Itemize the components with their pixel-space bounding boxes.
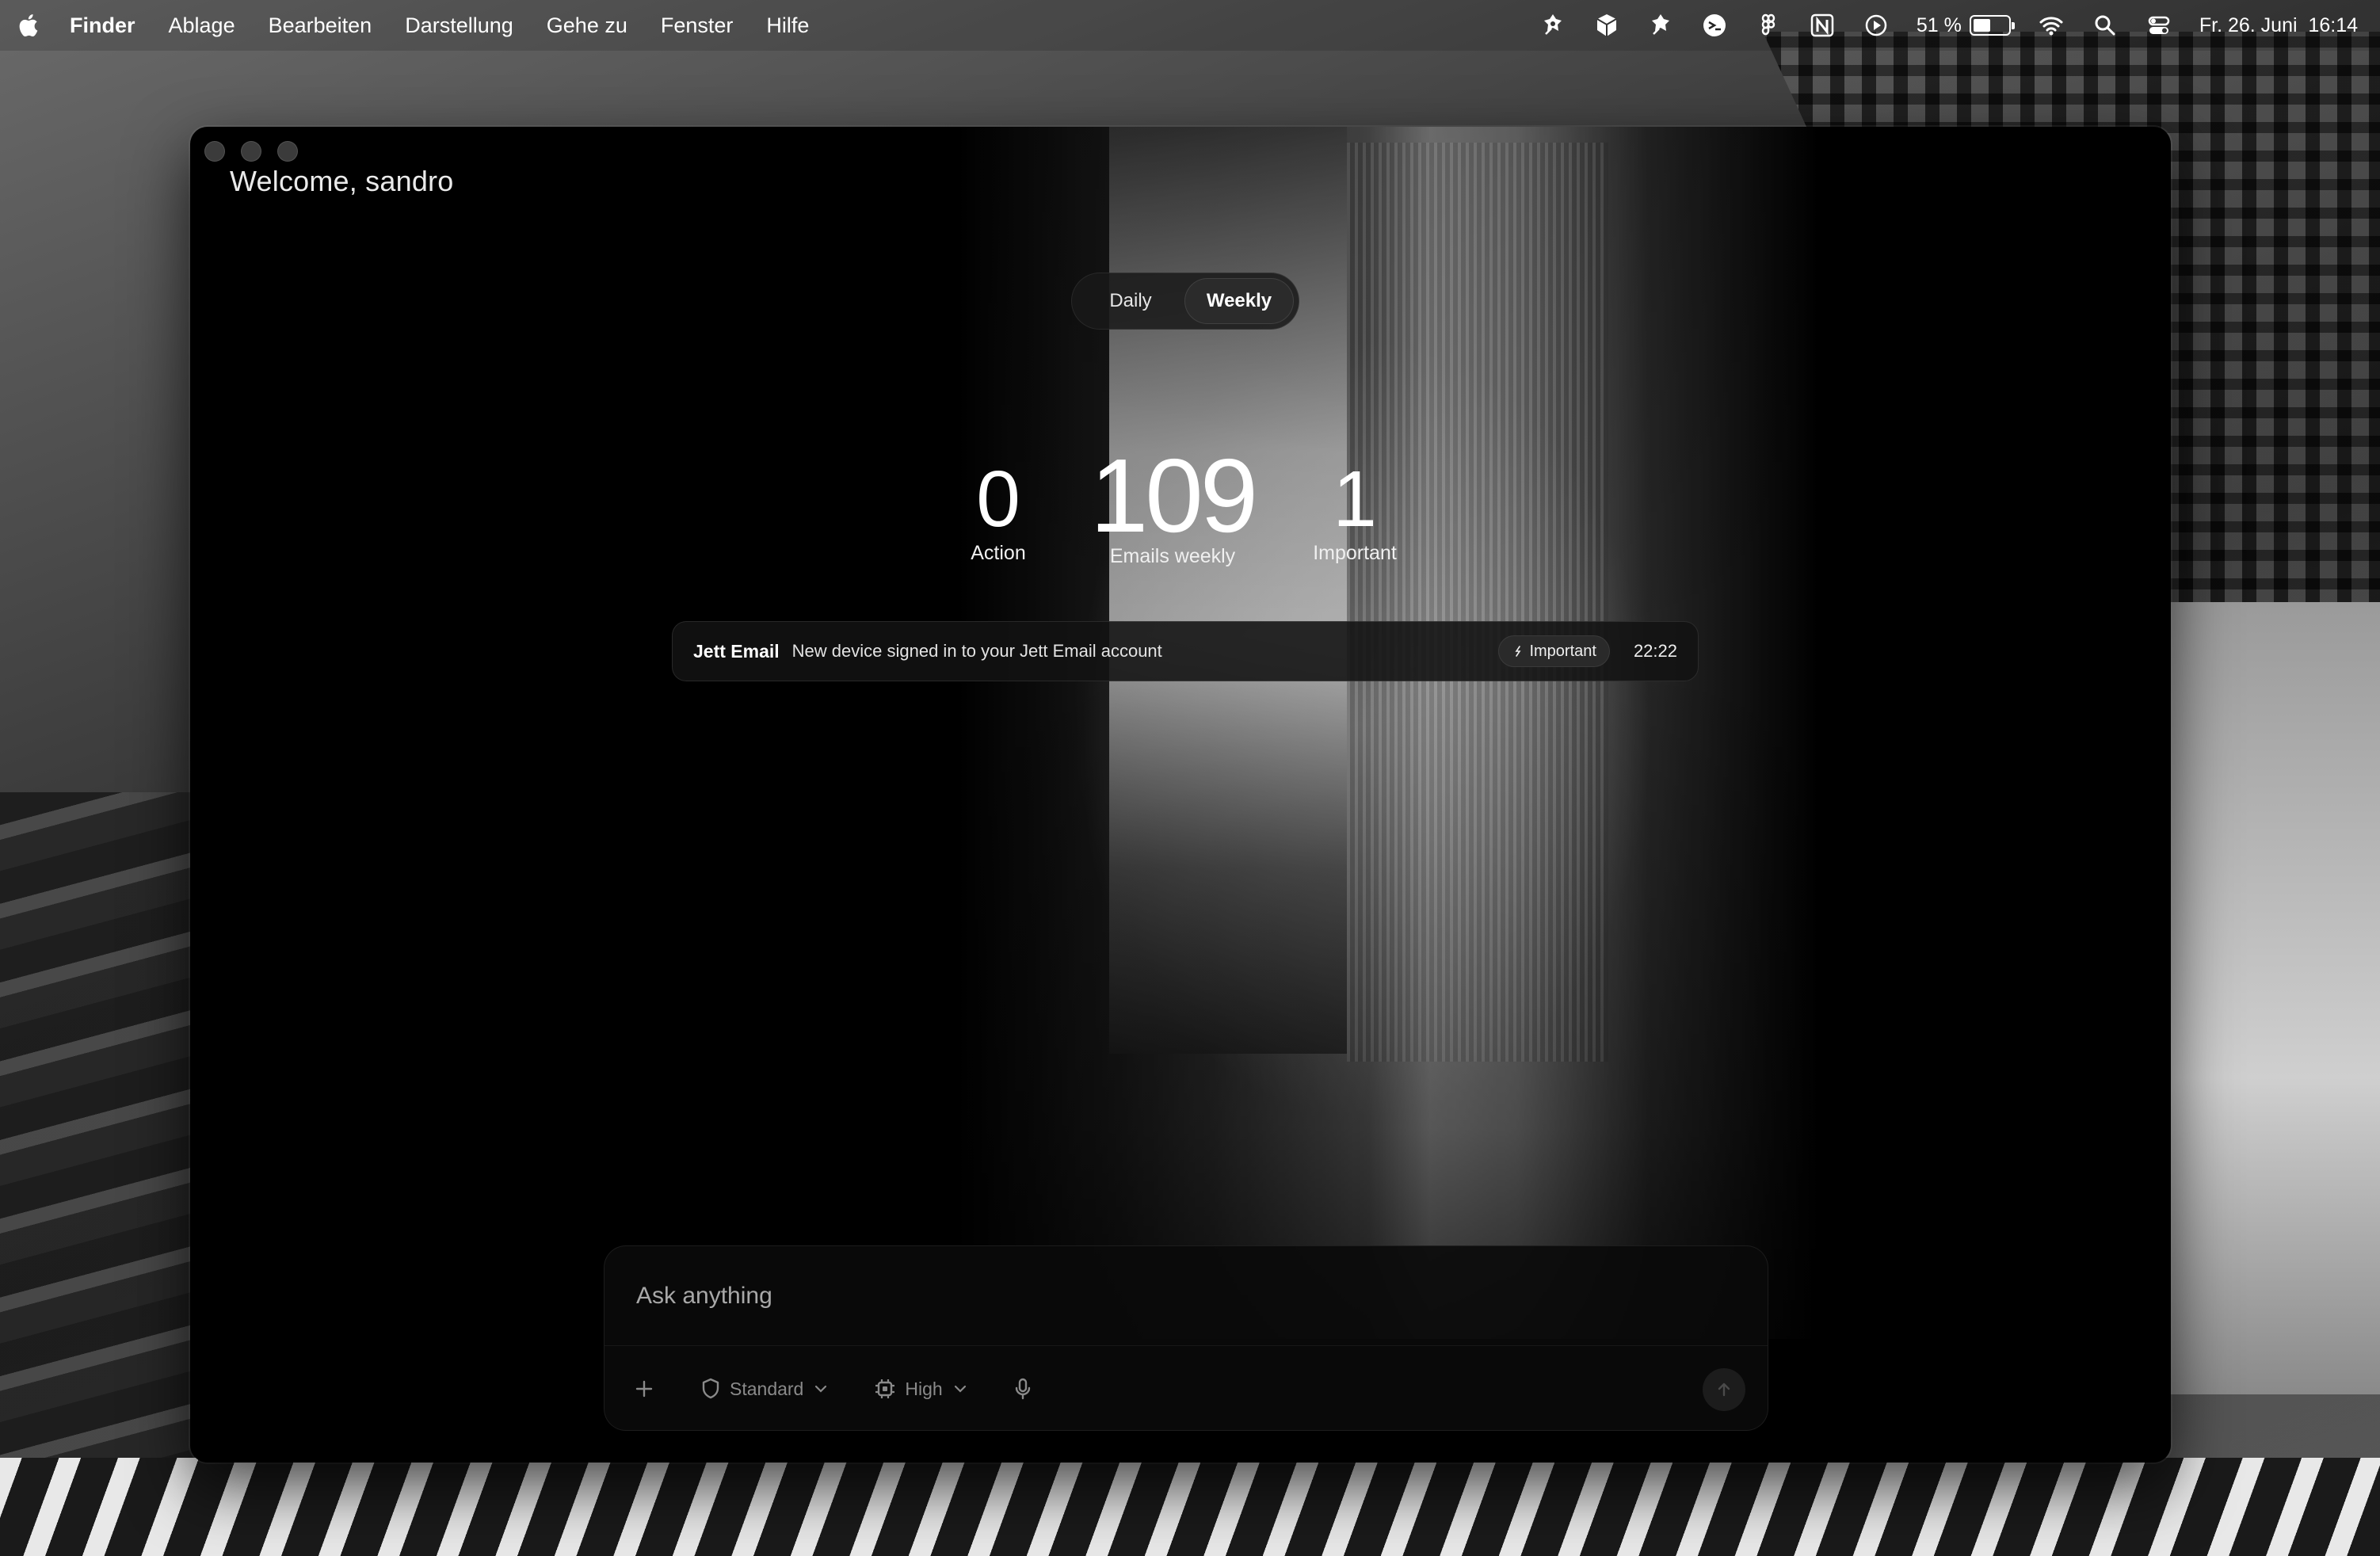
wallpaper-floor	[0, 1458, 2380, 1556]
app-window: Welcome, sandro Daily Weekly 0 Action 10…	[190, 127, 2171, 1463]
mode-dropdown[interactable]: Standard	[700, 1377, 829, 1401]
effort-dropdown[interactable]: High	[873, 1377, 967, 1401]
wifi-icon[interactable]	[2038, 12, 2065, 39]
battery-icon	[1969, 15, 2015, 36]
cube-icon[interactable]	[1593, 12, 1620, 39]
menu-ablage[interactable]: Ablage	[169, 13, 235, 38]
wallpaper-building-wall	[2171, 602, 2380, 1394]
mode-label: Standard	[730, 1378, 804, 1399]
arrow-up-icon	[1718, 1382, 1730, 1397]
composer-toolbar: Standard High	[605, 1346, 1768, 1432]
tab-weekly[interactable]: Weekly	[1184, 278, 1294, 324]
menu-darstellung[interactable]: Darstellung	[405, 13, 513, 38]
important-badge: Important	[1498, 635, 1610, 667]
window-controls	[204, 141, 314, 162]
chevron-down-icon	[815, 1385, 827, 1393]
search-icon[interactable]	[2092, 12, 2119, 39]
period-toggle: Daily Weekly	[1071, 273, 1299, 330]
email-sender: Jett Email	[693, 640, 780, 662]
menu-bar: Finder Ablage Bearbeiten Darstellung Geh…	[0, 0, 2380, 51]
minimize-button[interactable]	[241, 141, 261, 162]
battery-percent: 51 %	[1916, 13, 1962, 36]
stat-important-value: 1	[1333, 455, 1377, 543]
pin-tool-icon[interactable]	[1539, 12, 1566, 39]
email-stats: 0 Action 109 Emails weekly 1 Important	[951, 444, 1664, 618]
notion-icon[interactable]	[1809, 12, 1836, 39]
zoom-button[interactable]	[277, 141, 298, 162]
microphone-icon	[1015, 1378, 1030, 1400]
menu-gehe-zu[interactable]: Gehe zu	[547, 13, 627, 38]
menu-fenster[interactable]: Fenster	[661, 13, 734, 38]
battery-status[interactable]: 51 %	[1916, 13, 2015, 37]
chevron-down-icon	[954, 1385, 966, 1393]
ask-composer: Standard High	[604, 1245, 1768, 1431]
stat-weekly-value: 109	[1089, 437, 1258, 554]
chat-icon[interactable]	[1701, 12, 1728, 39]
important-badge-label: Important	[1529, 642, 1596, 660]
cpu-icon	[875, 1379, 895, 1398]
plus-icon	[635, 1380, 653, 1398]
stat-important-label: Important	[1313, 542, 1397, 564]
menu-bearbeiten[interactable]: Bearbeiten	[269, 13, 372, 38]
stat-emails-weekly[interactable]: 109 Emails weekly	[1070, 444, 1276, 568]
stat-action-label: Action	[971, 542, 1026, 564]
shield-icon	[702, 1378, 719, 1399]
attach-button[interactable]	[633, 1378, 655, 1400]
email-time: 22:22	[1633, 641, 1677, 661]
battery-fill	[1973, 19, 1990, 32]
menubar-datetime[interactable]: Fr. 26. Juni 16:14	[2199, 14, 2358, 37]
play-icon[interactable]	[1863, 12, 1890, 39]
email-subject: New device signed in to your Jett Email …	[791, 641, 1162, 661]
email-list-item[interactable]: Jett Email New device signed in to your …	[672, 621, 1699, 681]
sparkle-icon	[1515, 646, 1521, 657]
stat-important[interactable]: 1 Important	[1307, 460, 1402, 565]
stat-action[interactable]: 0 Action	[951, 460, 1046, 565]
welcome-title: Welcome, sandro	[230, 165, 454, 197]
microphone-button[interactable]	[1013, 1377, 1033, 1401]
menu-hilfe[interactable]: Hilfe	[766, 13, 809, 38]
stat-action-value: 0	[976, 455, 1020, 543]
control-center-icon[interactable]	[2145, 12, 2172, 39]
pin-tool-icon[interactable]	[1647, 12, 1674, 39]
close-button[interactable]	[204, 141, 225, 162]
ask-input[interactable]	[605, 1246, 1768, 1346]
effort-label: High	[905, 1378, 943, 1399]
send-button[interactable]	[1703, 1368, 1745, 1411]
figma-icon[interactable]	[1755, 12, 1782, 39]
tab-daily[interactable]: Daily	[1077, 278, 1184, 324]
wallpaper-stairs	[0, 792, 206, 1556]
menu-app-finder[interactable]: Finder	[70, 13, 135, 38]
apple-icon[interactable]	[17, 13, 38, 38]
